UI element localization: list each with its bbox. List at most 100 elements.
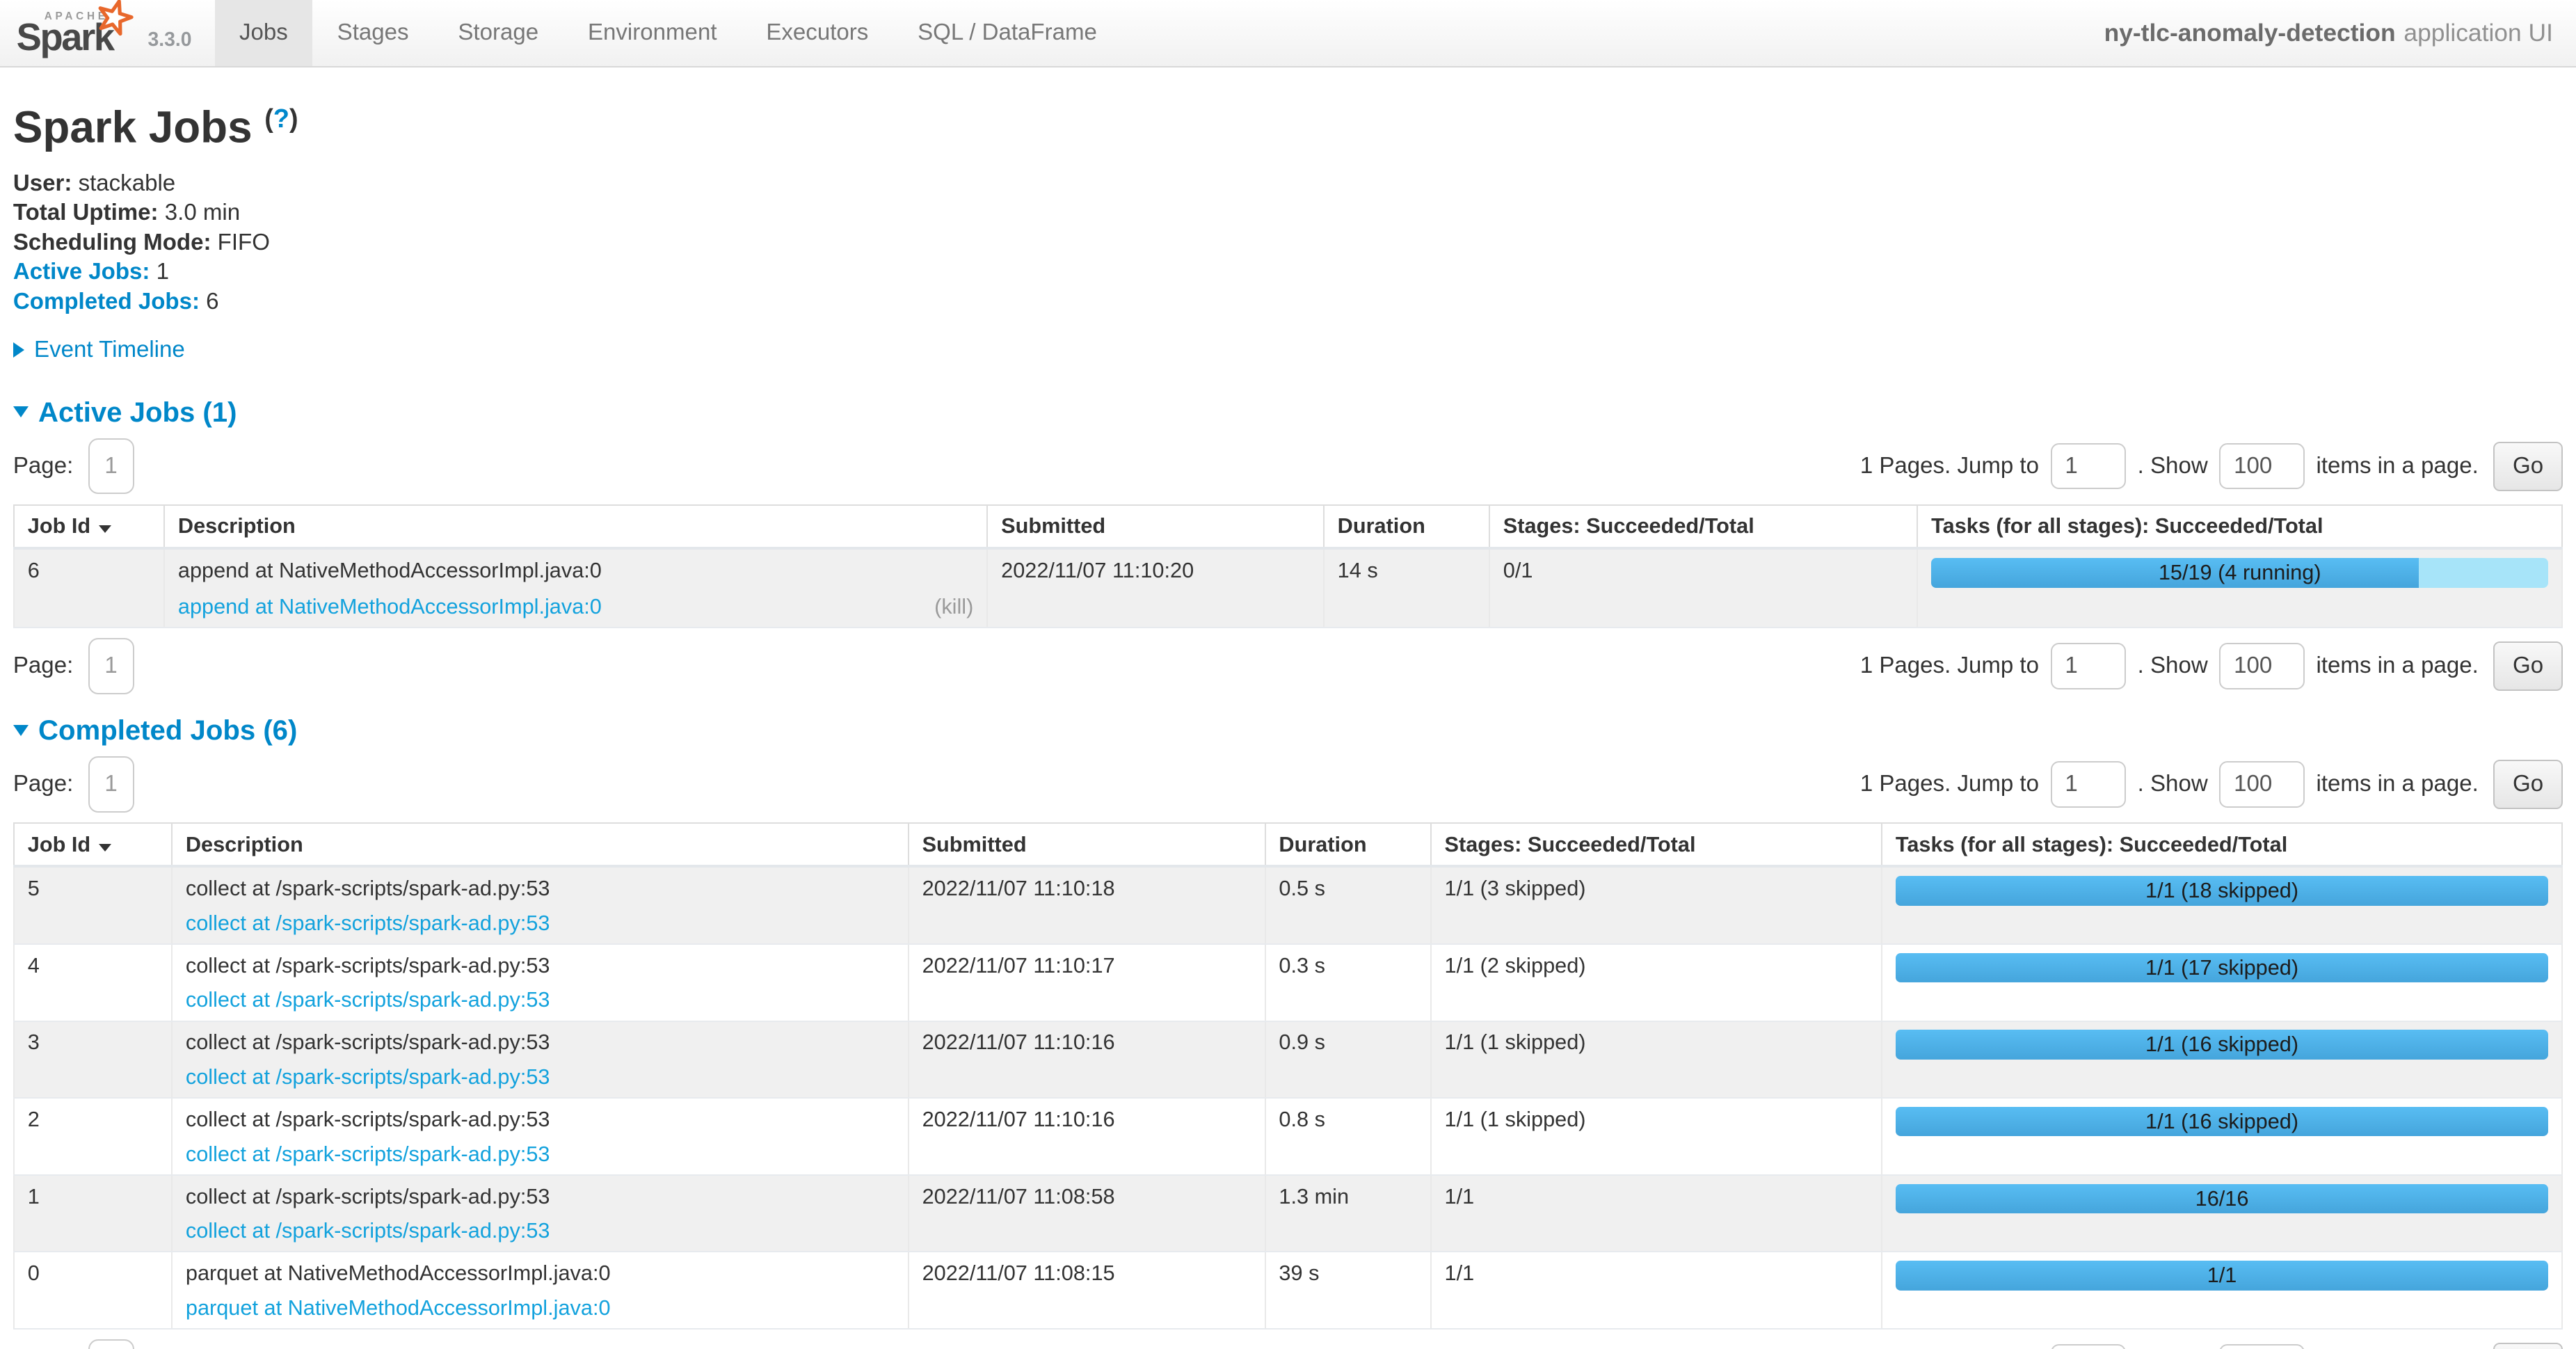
pages-jump-text: 1 Pages. Jump to xyxy=(1860,771,2039,797)
page-title: Spark Jobs (?) xyxy=(13,94,2563,152)
show-items-input[interactable] xyxy=(2219,761,2305,807)
active-jobs-table: Job Id Description Submitted Duration St… xyxy=(13,504,2563,629)
col-job-id[interactable]: Job Id xyxy=(14,505,164,549)
job-description-cell: collect at /spark-scripts/spark-ad.py:53… xyxy=(172,1098,909,1175)
show-text: . Show xyxy=(2138,653,2208,679)
job-description-cell: parquet at NativeMethodAccessorImpl.java… xyxy=(172,1252,909,1329)
job-stages-cell: 1/1 (1 skipped) xyxy=(1431,1098,1882,1175)
active-jobs-heading[interactable]: Active Jobs (1) xyxy=(13,396,2563,429)
col-job-id[interactable]: Job Id xyxy=(14,823,172,867)
job-description-link[interactable]: collect at /spark-scripts/spark-ad.py:53 xyxy=(186,1142,550,1166)
user-label: User: xyxy=(13,170,72,196)
tab-sql-dataframe[interactable]: SQL / DataFrame xyxy=(893,0,1122,66)
spark-logo: APACHE Spark xyxy=(17,3,138,59)
job-tasks-cell: 1/1 xyxy=(1882,1252,2562,1329)
page-number-pill[interactable]: 1 xyxy=(88,1339,134,1349)
info-scheduling-mode: Scheduling Mode: FIFO xyxy=(13,228,2563,258)
job-duration-cell: 1.3 min xyxy=(1265,1175,1431,1252)
show-items-input[interactable] xyxy=(2219,643,2305,689)
jump-to-page-input[interactable] xyxy=(2051,1344,2127,1349)
active-jobs-link[interactable]: Active Jobs: xyxy=(13,259,150,285)
completed-job-row-5: 5 collect at /spark-scripts/spark-ad.py:… xyxy=(14,866,2562,944)
tab-executors[interactable]: Executors xyxy=(742,0,893,66)
go-button[interactable]: Go xyxy=(2493,641,2563,691)
spark-star-icon xyxy=(94,0,135,38)
uptime-label: Total Uptime: xyxy=(13,200,159,225)
application-ui-suffix: application UI xyxy=(2403,19,2553,47)
info-uptime: Total Uptime: 3.0 min xyxy=(13,198,2563,228)
go-button[interactable]: Go xyxy=(2493,1343,2563,1349)
col-tasks[interactable]: Tasks (for all stages): Succeeded/Total xyxy=(1882,823,2562,867)
col-stages[interactable]: Stages: Succeeded/Total xyxy=(1489,505,1917,549)
nav-tabs: Jobs Stages Storage Environment Executor… xyxy=(215,0,1122,66)
col-duration[interactable]: Duration xyxy=(1324,505,1489,549)
progress-label: 1/1 (17 skipped) xyxy=(1896,953,2548,983)
job-description-link[interactable]: collect at /spark-scripts/spark-ad.py:53 xyxy=(186,1218,550,1243)
completed-job-row-3: 3 collect at /spark-scripts/spark-ad.py:… xyxy=(14,1021,2562,1099)
job-tasks-cell: 15/19 (4 running) xyxy=(1917,548,2562,628)
event-timeline-toggle[interactable]: Event Timeline xyxy=(13,337,2563,363)
job-description-link[interactable]: append at NativeMethodAccessorImpl.java:… xyxy=(178,594,602,618)
job-description-link[interactable]: collect at /spark-scripts/spark-ad.py:53 xyxy=(186,1064,550,1089)
job-tasks-cell: 1/1 (16 skipped) xyxy=(1882,1021,2562,1099)
completed-job-row-4: 4 collect at /spark-scripts/spark-ad.py:… xyxy=(14,944,2562,1021)
job-description-link[interactable]: parquet at NativeMethodAccessorImpl.java… xyxy=(186,1295,611,1320)
job-duration-cell: 0.3 s xyxy=(1265,944,1431,1021)
job-submitted-cell: 2022/11/07 11:08:58 xyxy=(909,1175,1265,1252)
job-tasks-cell: 1/1 (16 skipped) xyxy=(1882,1098,2562,1175)
pagination-bar-completed-bottom: Page: 1 1 Pages. Jump to . Show items in… xyxy=(13,1339,2563,1349)
job-tasks-cell: 16/16 xyxy=(1882,1175,2562,1252)
page-label: Page: xyxy=(13,453,73,479)
go-button[interactable]: Go xyxy=(2493,760,2563,809)
kill-job-link[interactable]: (kill) xyxy=(934,594,973,618)
job-submitted-cell: 2022/11/07 11:10:16 xyxy=(909,1021,1265,1099)
tab-stages[interactable]: Stages xyxy=(312,0,433,66)
job-submitted-cell: 2022/11/07 11:10:17 xyxy=(909,944,1265,1021)
page-number-pill[interactable]: 1 xyxy=(88,638,134,694)
tab-jobs[interactable]: Jobs xyxy=(215,0,313,66)
show-text: . Show xyxy=(2138,771,2208,797)
show-items-input[interactable] xyxy=(2219,1344,2305,1349)
spark-ui-page: APACHE Spark 3.3.0 Jobs Stages Storage E… xyxy=(0,0,2576,1349)
tasks-progress-bar: 1/1 xyxy=(1896,1261,2548,1291)
job-stages-cell: 1/1 (2 skipped) xyxy=(1431,944,1882,1021)
jump-to-page-input[interactable] xyxy=(2051,761,2127,807)
spark-brand: APACHE Spark 3.3.0 xyxy=(0,0,208,66)
job-description-cell: collect at /spark-scripts/spark-ad.py:53… xyxy=(172,866,909,944)
info-user: User: stackable xyxy=(13,169,2563,199)
col-stages[interactable]: Stages: Succeeded/Total xyxy=(1431,823,1882,867)
collapsed-arrow-icon xyxy=(13,342,24,358)
job-stages-cell: 1/1 xyxy=(1431,1175,1882,1252)
col-duration[interactable]: Duration xyxy=(1265,823,1431,867)
col-description[interactable]: Description xyxy=(172,823,909,867)
col-submitted[interactable]: Submitted xyxy=(987,505,1324,549)
job-description-link[interactable]: collect at /spark-scripts/spark-ad.py:53 xyxy=(186,987,550,1012)
col-tasks[interactable]: Tasks (for all stages): Succeeded/Total xyxy=(1917,505,2562,549)
page-number-pill[interactable]: 1 xyxy=(88,438,134,494)
completed-jobs-header-row: Job Id Description Submitted Duration St… xyxy=(14,823,2562,867)
job-stages-cell: 1/1 (3 skipped) xyxy=(1431,866,1882,944)
jump-to-page-input[interactable] xyxy=(2051,643,2127,689)
expanded-arrow-icon xyxy=(13,725,29,736)
show-items-input[interactable] xyxy=(2219,443,2305,489)
go-button[interactable]: Go xyxy=(2493,442,2563,491)
job-description-link[interactable]: collect at /spark-scripts/spark-ad.py:53 xyxy=(186,911,550,935)
scheduling-mode-value: FIFO xyxy=(218,230,270,255)
tab-storage[interactable]: Storage xyxy=(433,0,563,66)
job-id-cell: 5 xyxy=(14,866,172,944)
items-in-page-text: items in a page. xyxy=(2317,453,2479,479)
user-value: stackable xyxy=(79,170,176,196)
completed-jobs-link[interactable]: Completed Jobs: xyxy=(13,289,200,314)
job-stages-cell: 1/1 xyxy=(1431,1252,1882,1329)
col-description[interactable]: Description xyxy=(164,505,987,549)
page-number-pill[interactable]: 1 xyxy=(88,756,134,812)
help-question-link[interactable]: ? xyxy=(273,104,289,134)
completed-jobs-count: 6 xyxy=(206,289,218,314)
page-content: Spark Jobs (?) User: stackable Total Upt… xyxy=(0,94,2576,1349)
completed-jobs-heading[interactable]: Completed Jobs (6) xyxy=(13,714,2563,747)
jump-to-page-input[interactable] xyxy=(2051,443,2127,489)
progress-label: 1/1 (16 skipped) xyxy=(1896,1107,2548,1137)
col-submitted[interactable]: Submitted xyxy=(909,823,1265,867)
completed-job-row-0: 0 parquet at NativeMethodAccessorImpl.ja… xyxy=(14,1252,2562,1329)
tab-environment[interactable]: Environment xyxy=(563,0,742,66)
